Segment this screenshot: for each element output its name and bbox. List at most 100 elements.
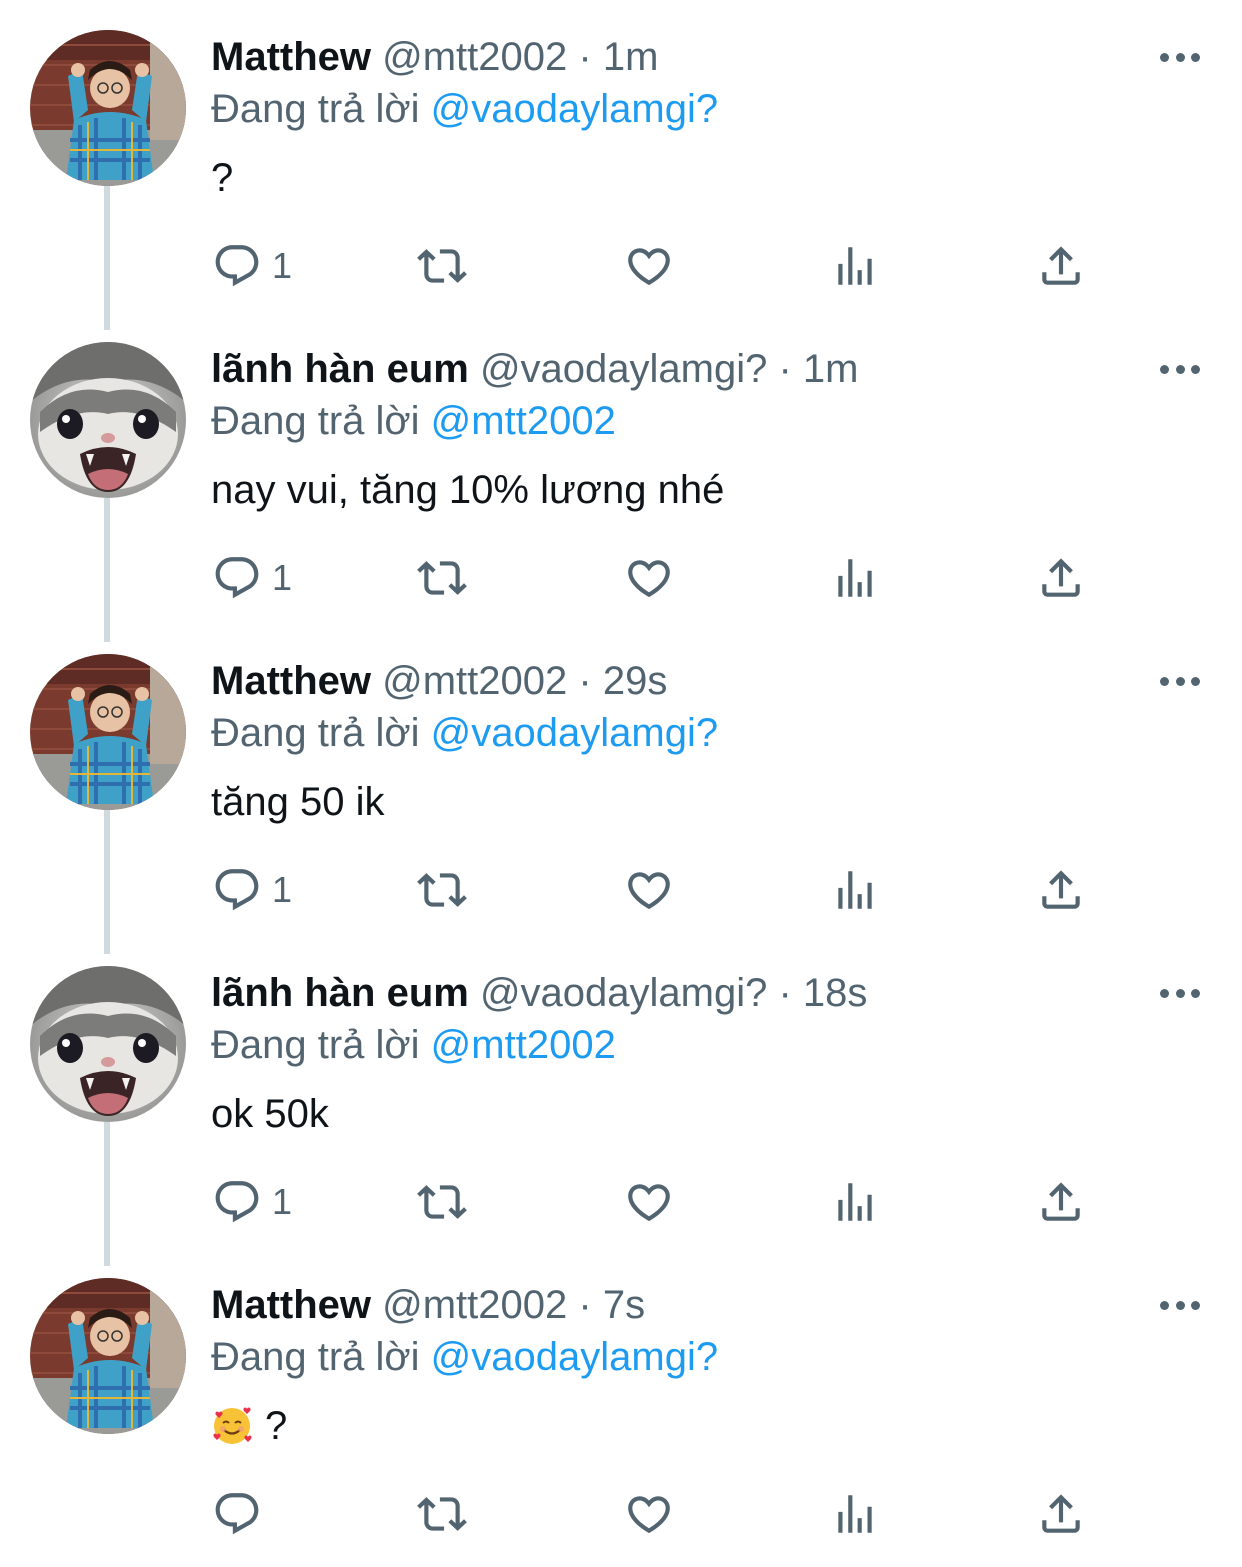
timestamp[interactable]: · 7s <box>578 1283 645 1327</box>
replying-to: Đang trả lời @vaodaylamgi? <box>211 710 718 756</box>
reply-count: 1 <box>272 1181 293 1222</box>
views-button[interactable] <box>830 862 880 918</box>
retweet-icon <box>417 1177 467 1227</box>
user-handle[interactable]: @vaodaylamgi? <box>480 347 767 391</box>
like-button[interactable] <box>624 862 674 918</box>
user-handle[interactable]: @mtt2002 <box>382 1283 567 1327</box>
tweet-text: ? <box>211 154 233 202</box>
tweet[interactable]: Matthew @mtt2002 · 29s Đang trả lời @vao… <box>0 624 1242 954</box>
retweet-button[interactable] <box>417 1174 467 1230</box>
avatar[interactable] <box>30 30 186 186</box>
share-button[interactable] <box>1036 1174 1086 1230</box>
timestamp[interactable]: · 1m <box>578 35 658 79</box>
replying-to: Đang trả lời @mtt2002 <box>211 398 616 444</box>
reply-count: 1 <box>272 245 293 286</box>
reply-button[interactable]: 1 <box>212 238 292 294</box>
tweet-text: ok 50k <box>211 1090 329 1138</box>
reply-count: 1 <box>272 869 293 910</box>
more-dot-icon <box>1160 1300 1169 1310</box>
more-options-button[interactable] <box>1152 666 1208 696</box>
replying-to-mention[interactable]: @vaodaylamgi? <box>431 711 718 755</box>
replying-to: Đang trả lời @mtt2002 <box>211 1022 616 1068</box>
tweet-text: nay vui, tăng 10% lương nhé <box>211 466 724 514</box>
retweet-button[interactable] <box>417 238 467 294</box>
user-handle[interactable]: @vaodaylamgi? <box>480 971 767 1015</box>
more-options-button[interactable] <box>1152 42 1208 72</box>
tweet-text: tăng 50 ik <box>211 778 384 826</box>
views-button[interactable] <box>830 238 880 294</box>
more-dot-icon <box>1175 364 1185 374</box>
conversation-thread: Matthew @mtt2002 · 1m Đang trả lời @vaod… <box>0 0 1242 1567</box>
more-dot-icon <box>1175 1300 1185 1310</box>
like-button[interactable] <box>624 1486 674 1542</box>
display-name[interactable]: lãnh hàn eum <box>211 347 469 391</box>
replying-to-mention[interactable]: @mtt2002 <box>431 1023 616 1067</box>
share-icon <box>1036 553 1086 603</box>
replying-to-mention[interactable]: @vaodaylamgi? <box>431 1335 718 1379</box>
retweet-button[interactable] <box>417 550 467 606</box>
timestamp[interactable]: · 29s <box>578 659 667 703</box>
user-handle[interactable]: @mtt2002 <box>382 659 567 703</box>
tweet[interactable]: Matthew @mtt2002 · 7s Đang trả lời @vaod… <box>0 1248 1242 1560</box>
replying-to-mention[interactable]: @vaodaylamgi? <box>431 87 718 131</box>
replying-to-label: Đang trả lời <box>211 1335 420 1379</box>
like-button[interactable] <box>624 238 674 294</box>
reply-button[interactable] <box>212 1486 272 1542</box>
bar-chart-icon <box>830 241 880 291</box>
like-button[interactable] <box>624 1174 674 1230</box>
tweet[interactable]: lãnh hàn eum @vaodaylamgi? · 1m Đang trả… <box>0 312 1242 642</box>
tweet[interactable]: lãnh hàn eum @vaodaylamgi? · 18s Đang tr… <box>0 936 1242 1266</box>
retweet-icon <box>417 1489 467 1539</box>
share-button[interactable] <box>1036 550 1086 606</box>
more-dot-icon <box>1191 988 1200 998</box>
reply-count: 1 <box>272 557 293 598</box>
timestamp[interactable]: · 1m <box>778 347 858 391</box>
tweet-text-content: ? <box>265 1404 288 1448</box>
heart-icon <box>624 553 674 603</box>
views-button[interactable] <box>830 1174 880 1230</box>
share-button[interactable] <box>1036 238 1086 294</box>
user-handle[interactable]: @mtt2002 <box>382 35 567 79</box>
share-button[interactable] <box>1036 862 1086 918</box>
share-icon <box>1036 241 1086 291</box>
share-button[interactable] <box>1036 1486 1086 1542</box>
share-icon <box>1036 1489 1086 1539</box>
avatar[interactable] <box>30 966 186 1122</box>
display-name[interactable]: Matthew <box>211 35 371 79</box>
reply-button[interactable]: 1 <box>212 862 292 918</box>
avatar[interactable] <box>30 654 186 810</box>
tweet-header: Matthew @mtt2002 · 29s <box>211 658 1122 704</box>
reply-icon <box>212 1177 262 1227</box>
more-dot-icon <box>1191 364 1200 374</box>
tweet[interactable]: Matthew @mtt2002 · 1m Đang trả lời @vaod… <box>0 0 1242 330</box>
timestamp[interactable]: · 18s <box>778 971 867 1015</box>
more-options-button[interactable] <box>1152 978 1208 1008</box>
avatar[interactable] <box>30 1278 186 1434</box>
display-name[interactable]: Matthew <box>211 659 371 703</box>
views-button[interactable] <box>830 550 880 606</box>
tweet-header: Matthew @mtt2002 · 1m <box>211 34 1122 80</box>
more-options-button[interactable] <box>1152 1290 1208 1320</box>
replying-to-label: Đang trả lời <box>211 1023 420 1067</box>
tweet-actions: 1 <box>0 862 1242 918</box>
avatar[interactable] <box>30 342 186 498</box>
tweet-text-content: tăng 50 ik <box>211 780 385 824</box>
tweet-actions: 1 <box>0 550 1242 606</box>
more-dot-icon <box>1160 364 1169 374</box>
retweet-button[interactable] <box>417 1486 467 1542</box>
tweet-text-content: ? <box>211 156 234 200</box>
reply-icon <box>212 865 262 915</box>
display-name[interactable]: lãnh hàn eum <box>211 971 469 1015</box>
reply-button[interactable]: 1 <box>212 550 292 606</box>
more-options-button[interactable] <box>1152 354 1208 384</box>
reply-button[interactable]: 1 <box>212 1174 292 1230</box>
replying-to-mention[interactable]: @mtt2002 <box>431 399 616 443</box>
tweet-text-content: nay vui, tăng 10% lương nhé <box>211 468 725 512</box>
like-button[interactable] <box>624 550 674 606</box>
more-dot-icon <box>1191 1300 1200 1310</box>
retweet-button[interactable] <box>417 862 467 918</box>
replying-to-label: Đang trả lời <box>211 711 420 755</box>
tweet-header: Matthew @mtt2002 · 7s <box>211 1282 1122 1328</box>
display-name[interactable]: Matthew <box>211 1283 371 1327</box>
views-button[interactable] <box>830 1486 880 1542</box>
